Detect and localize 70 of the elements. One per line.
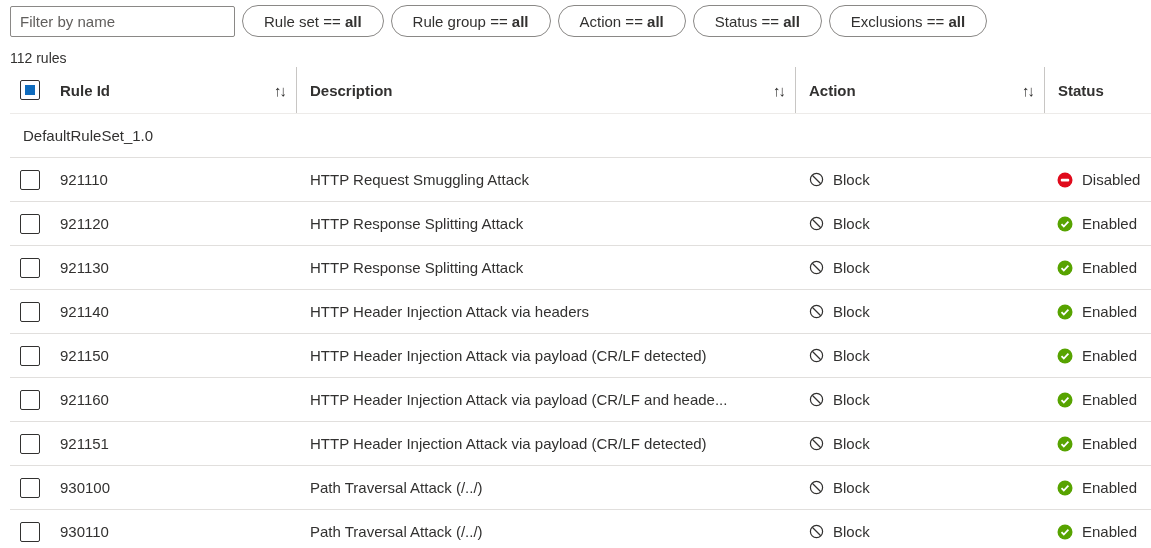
table-cell: HTTP Response Splitting Attack bbox=[310, 215, 524, 232]
table-cell: Enabled bbox=[1082, 215, 1138, 232]
table-cell: Path Traversal Attack (/../) bbox=[310, 523, 483, 540]
column-header[interactable]: Action bbox=[809, 81, 1022, 99]
table-cell: Disabled bbox=[1082, 171, 1141, 188]
table-cell: 921160 bbox=[60, 391, 109, 408]
block-icon bbox=[809, 436, 824, 451]
table-cell: HTTP Request Smuggling Attack bbox=[310, 171, 529, 188]
table-cell: Enabled bbox=[1082, 523, 1138, 540]
table-cell: Block bbox=[833, 303, 870, 320]
table-cell: Block bbox=[833, 479, 870, 496]
table-cell: 921151 bbox=[60, 435, 109, 452]
filter-pill[interactable]: Action == all bbox=[557, 5, 686, 37]
column-header[interactable]: Description bbox=[310, 81, 773, 99]
block-icon bbox=[809, 260, 824, 275]
table-cell: Enabled bbox=[1082, 347, 1138, 364]
checkbox[interactable] bbox=[20, 477, 40, 498]
table-cell: Block bbox=[833, 347, 870, 364]
table-cell: HTTP Header Injection Attack via payload (CR/LF detected) bbox=[310, 435, 707, 452]
checkbox[interactable] bbox=[20, 345, 40, 366]
checkbox[interactable] bbox=[20, 80, 40, 100]
block-icon bbox=[809, 524, 824, 539]
filter-pill[interactable]: Status == all bbox=[692, 5, 822, 37]
block-icon bbox=[809, 172, 824, 187]
filter-field[interactable]: Filter by name bbox=[10, 5, 235, 37]
sort-icon[interactable]: ↑↓ bbox=[773, 81, 784, 99]
table-cell: Block bbox=[833, 391, 870, 408]
table-cell: 921130 bbox=[60, 259, 109, 276]
table-cell: Path Traversal Attack (/../) bbox=[310, 479, 483, 496]
rule-count: 112 rules bbox=[10, 50, 67, 66]
checkbox[interactable] bbox=[20, 257, 40, 278]
checkbox[interactable] bbox=[20, 169, 40, 190]
checkbox[interactable] bbox=[20, 301, 40, 322]
checkbox[interactable] bbox=[20, 521, 40, 542]
table-cell: Block bbox=[833, 171, 870, 188]
group-header: DefaultRuleSet_1.0 bbox=[10, 114, 1151, 158]
table-cell: HTTP Header Injection Attack via headers bbox=[310, 303, 590, 320]
filter-pill[interactable]: Exclusions == all bbox=[828, 5, 988, 37]
block-icon bbox=[809, 216, 824, 231]
table-cell: HTTP Header Injection Attack via payload (CR/LF and heade... bbox=[310, 391, 728, 408]
table-cell: Block bbox=[833, 523, 870, 540]
table-cell: Enabled bbox=[1082, 391, 1138, 408]
sort-icon[interactable]: ↑↓ bbox=[1022, 81, 1033, 99]
column-header[interactable]: Status bbox=[1058, 81, 1151, 99]
table-cell: 921150 bbox=[60, 347, 109, 364]
table-cell: 930100 bbox=[60, 479, 111, 496]
checkbox[interactable] bbox=[20, 389, 40, 410]
block-icon bbox=[809, 392, 824, 407]
table-cell: Enabled bbox=[1082, 259, 1138, 276]
block-icon bbox=[809, 304, 824, 319]
table-cell: 930110 bbox=[60, 523, 109, 540]
checkbox[interactable] bbox=[20, 433, 40, 454]
checkbox[interactable] bbox=[20, 213, 40, 234]
table-cell: Enabled bbox=[1082, 303, 1138, 320]
table-cell: 921120 bbox=[60, 215, 109, 232]
table-cell: Block bbox=[833, 435, 870, 452]
filter-pill[interactable]: Rule set == all bbox=[242, 5, 384, 37]
table-cell: Enabled bbox=[1082, 435, 1138, 452]
table-cell: Block bbox=[833, 215, 870, 232]
table-cell: HTTP Response Splitting Attack bbox=[310, 259, 524, 276]
table-cell: 921140 bbox=[60, 303, 109, 320]
table-cell: Block bbox=[833, 259, 870, 276]
table-cell: HTTP Header Injection Attack via payload (CR/LF detected) bbox=[310, 347, 707, 364]
block-icon bbox=[809, 348, 824, 363]
table-cell: 921110 bbox=[60, 171, 108, 188]
sort-icon[interactable]: ↑↓ bbox=[274, 81, 285, 99]
column-header[interactable]: Rule Id bbox=[60, 81, 274, 99]
filter-pill[interactable]: Rule group == all bbox=[390, 5, 551, 37]
block-icon bbox=[809, 480, 824, 495]
table-cell: Enabled bbox=[1082, 479, 1138, 496]
